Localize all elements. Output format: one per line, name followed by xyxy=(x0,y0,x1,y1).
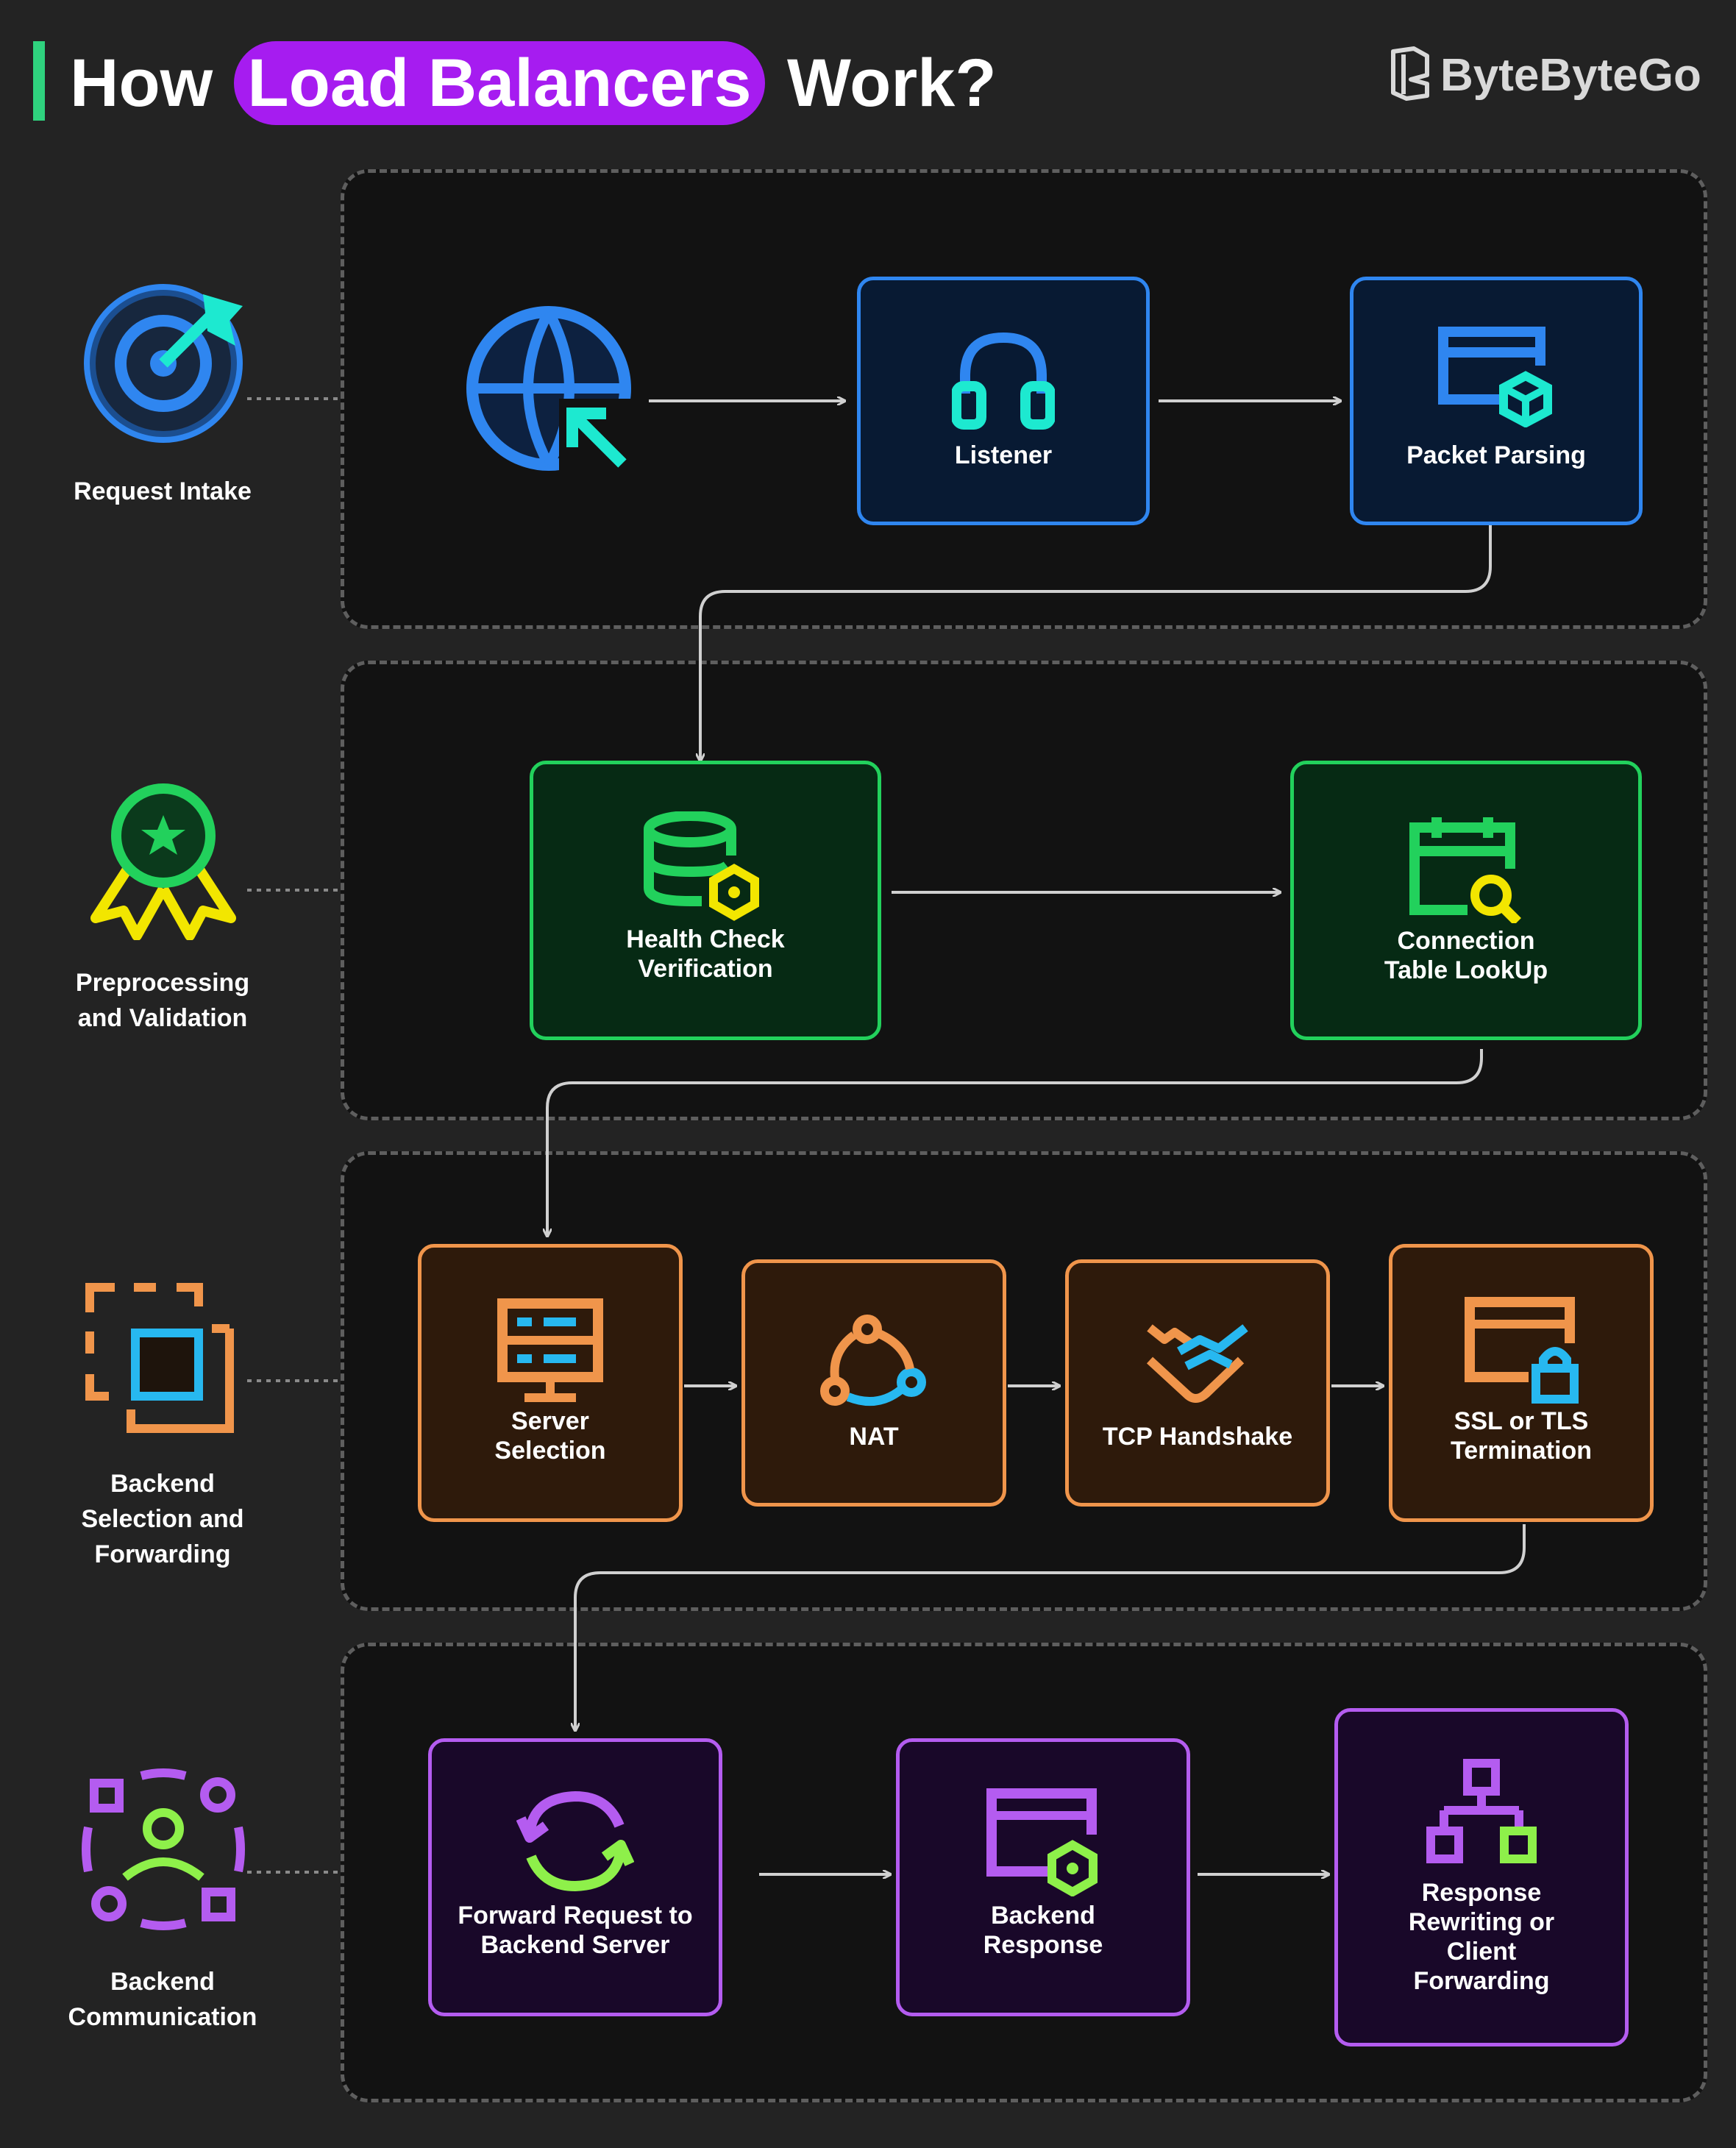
step-nat: NAT xyxy=(741,1259,1006,1507)
route-nodes-icon xyxy=(820,1315,926,1406)
handshake-icon xyxy=(1146,1324,1248,1403)
step-forward-request-label: Forward Request to Backend Server xyxy=(458,1902,693,1959)
step-listener: Listener xyxy=(857,277,1150,525)
step-listener-label: Listener xyxy=(954,441,1053,469)
step-health-check: Health Check Verification xyxy=(530,761,881,1040)
step-server-selection-label: Server Selection xyxy=(494,1407,606,1465)
award-ribbon-icon xyxy=(82,778,244,944)
step-response-rewriting: Response Rewriting or Client Forwarding xyxy=(1334,1708,1629,2046)
server-monitor-icon xyxy=(497,1298,603,1402)
network-people-icon xyxy=(79,1765,247,1938)
hierarchy-icon xyxy=(1426,1759,1537,1863)
step-packet-parsing-label: Packet Parsing xyxy=(1406,441,1586,469)
step-ssl-tls: SSL or TLS Termination xyxy=(1389,1244,1654,1522)
stage-label-backend-selection: Backend Selection and Forwarding xyxy=(81,1470,244,1568)
selection-frame-icon xyxy=(82,1280,244,1445)
calendar-search-icon xyxy=(1409,817,1521,923)
step-backend-response: Backend Response xyxy=(896,1738,1190,2016)
step-connection-table: Connection Table LookUp xyxy=(1290,761,1642,1040)
step-server-selection: Server Selection xyxy=(418,1244,683,1522)
step-tcp-handshake: TCP Handshake xyxy=(1065,1259,1330,1507)
stage-label-preprocessing: Preprocessing and Validation xyxy=(75,969,250,1032)
target-icon xyxy=(79,280,249,452)
step-forward-request: Forward Request to Backend Server xyxy=(428,1738,722,2016)
step-response-rewriting-label: Response Rewriting or Client Forwarding xyxy=(1408,1879,1555,1995)
database-settings-icon xyxy=(644,811,759,921)
window-package-icon xyxy=(1438,327,1552,427)
step-ssl-tls-label: SSL or TLS Termination xyxy=(1450,1407,1593,1465)
step-health-check-label: Health Check Verification xyxy=(626,925,785,983)
step-tcp-handshake-label: TCP Handshake xyxy=(1102,1423,1293,1451)
stage-label-backend-communication: Backend Communication xyxy=(68,1968,257,2031)
globe-cursor-icon xyxy=(463,303,640,483)
step-connection-table-label: Connection Table LookUp xyxy=(1384,927,1548,984)
step-nat-label: NAT xyxy=(849,1423,899,1451)
step-packet-parsing: Packet Parsing xyxy=(1350,277,1643,525)
stage-label-request-intake: Request Intake xyxy=(74,477,252,505)
step-backend-response-label: Backend Response xyxy=(983,1902,1103,1959)
window-lock-icon xyxy=(1465,1297,1579,1404)
headphones-icon xyxy=(952,332,1055,430)
sync-arrows-icon xyxy=(516,1790,634,1892)
window-settings-icon xyxy=(986,1788,1098,1896)
